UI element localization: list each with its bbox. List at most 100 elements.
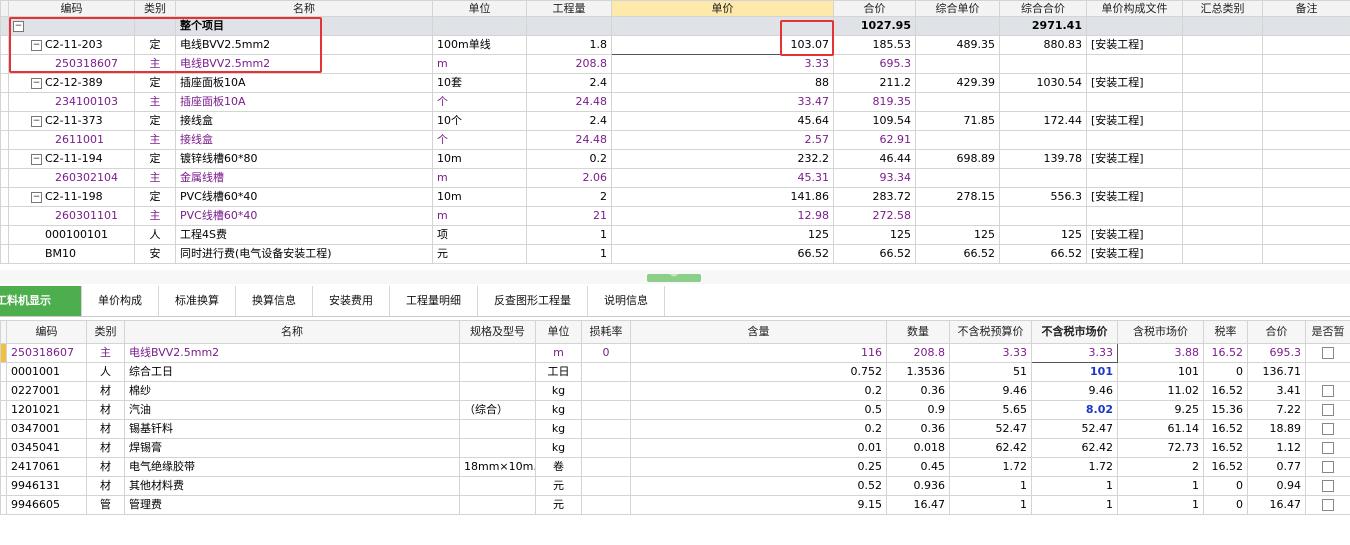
table-row[interactable]: 9946605 管管理费元 9.15 16.47 1 1 1 0 16.47 [0,495,1350,515]
tab-6[interactable]: 工程量明细 [390,286,478,316]
row-code[interactable]: − C2-11-198 [8,187,135,207]
table-row[interactable]: BM10 安同时进行费(电气设备安装工程) 元 1 66.52 66.52 66.52 66.… [0,244,1350,264]
row-code[interactable]: 000100101 [8,225,135,245]
tab-bar: 工料机显示 单价构成 标准换算 换算信息 安装费用 工程量明细 反查图形工程量 说明信息 [0,286,1350,317]
checkbox-icon[interactable] [1322,347,1334,359]
row-ctotal [999,54,1087,74]
row-market[interactable]: 1 [1031,476,1118,496]
table-row[interactable]: 2611001 主接线盒个 24.48 2.57 62.91 [0,130,1350,150]
row-market[interactable]: 1 [1031,495,1118,515]
table-row[interactable]: 1201021 材汽油 （综合） kg 0.5 0.9 5.65 8.02 9.25 15.36 7… [0,400,1350,420]
table-row[interactable]: − C2-11-373 定接线盒 10个 2.4 45.64 109.54 71.85 172.… [0,111,1350,131]
top-header-gutter [0,0,9,17]
row-price[interactable]: 45.64 [611,111,834,131]
checkbox-icon[interactable] [1322,499,1334,511]
tab-8[interactable]: 说明信息 [588,286,665,316]
table-row[interactable]: 0345041 材焊锡膏 kg 0.01 0.018 62.42 62.42 72.73 16.… [0,438,1350,458]
table-row[interactable]: 250318607 主电线BVV2.5mm2 m 0 116 208.8 3.33 3.33 3… [0,343,1350,363]
row-content: 0.2 [630,419,887,439]
row-price[interactable]: 2.57 [611,130,834,150]
row-price[interactable]: 141.86 [611,187,834,207]
collapse-icon[interactable]: − [31,39,42,51]
table-row[interactable]: 0001001 人综合工日 工日 0.752 1.3536 51 101 101 0 136.71 [0,362,1350,382]
row-spec [459,419,536,439]
row-code[interactable]: 260302104 [8,168,135,188]
row-market[interactable]: 9.46 [1031,381,1118,401]
row-code[interactable]: 2611001 [8,130,135,150]
row-code[interactable]: − C2-11-373 [8,111,135,131]
row-code-text: 260301101 [55,209,118,222]
tab-2[interactable]: 单价构成 [82,286,159,316]
row-code[interactable]: 260301101 [8,206,135,226]
table-row[interactable]: 234100103 主插座面板10A 个 24.48 33.47 819.35 [0,92,1350,112]
row-price[interactable]: 45.31 [611,168,834,188]
row-provisional [1305,343,1350,363]
row-file: [安装工程] [1086,187,1183,207]
row-code[interactable]: 234100103 [8,92,135,112]
table-row[interactable]: 260302104 主金属线槽 m 2.06 45.31 93.34 [0,168,1350,188]
row-code[interactable]: − C2-11-194 [8,149,135,169]
row-price[interactable]: 33.47 [611,92,834,112]
table-row[interactable]: 0347001 材锡基钎料 kg 0.2 0.36 52.47 52.47 61.14 16.5… [0,419,1350,439]
checkbox-icon[interactable] [1322,461,1334,473]
table-row[interactable]: 0227001 材棉纱 kg 0.2 0.36 9.46 9.46 11.02 16.52 3.4… [0,381,1350,401]
row-qty: 1.8 [526,35,612,55]
checkbox-icon[interactable] [1322,442,1334,454]
row-market[interactable]: 101 [1031,362,1118,382]
row-amount: 1.3536 [886,362,950,382]
row-price[interactable]: 232.2 [611,149,834,169]
table-row[interactable]: − C2-11-203 定电线BVV2.5mm2 100m单线 1.8 103.07 185… [0,35,1350,55]
row-market[interactable]: 3.33 [1031,343,1118,363]
table-row[interactable]: 000100101 人工程4S费项 1 125 125 125 125 [安装工程] [0,225,1350,245]
tab-4[interactable]: 换算信息 [236,286,313,316]
row-price[interactable]: 88 [611,73,834,93]
checkbox-icon[interactable] [1322,404,1334,416]
row-name: 锡基钎料 [124,419,460,439]
row-code[interactable]: 25031860​7 [8,54,135,74]
table-row[interactable]: − C2-12-389 定插座面板10A 10套 2.4 88 211.2 429.39 103… [0,73,1350,93]
row-type: 材 [86,438,125,458]
row-price[interactable]: 3.33 [611,54,834,74]
tab-5[interactable]: 安装费用 [313,286,390,316]
table-row[interactable]: − C2-11-194 定镀锌线槽60*80 10m 0.2 232.2 46.44 698.… [0,149,1350,169]
table-row[interactable]: − C2-11-198 定 PVC线槽60*40 10m 2 141.86 283.72 278… [0,187,1350,207]
row-market[interactable]: 62.42 [1031,438,1118,458]
row-rate: 15.36 [1203,400,1248,420]
collapse-icon[interactable]: − [13,20,24,32]
row-price[interactable]: 125 [611,225,834,245]
row-total: 819.35 [833,92,916,112]
tab-3[interactable]: 标准换算 [159,286,236,316]
splitter[interactable]: ︾ [0,270,1350,284]
table-row[interactable]: 25031860​7 主电线BVV2.5mm2 m 208.8 3.33 695.3 [0,54,1350,74]
row-market[interactable]: 1.72 [1031,457,1118,477]
bottom-header-1: 编码 [6,320,87,344]
checkbox-icon[interactable] [1322,423,1334,435]
collapse-icon[interactable]: − [31,153,42,165]
row-market[interactable]: 52.47 [1031,419,1118,439]
row-price[interactable]: 103.07 [611,35,834,55]
row-code[interactable]: − C2-12-389 [8,73,135,93]
row-type: 定 [134,73,176,93]
splitter-grip-icon[interactable]: ︾ [647,274,701,282]
table-row[interactable]: 2417061材电气绝缘胶带18mm×10m…卷0.250.451.721.72… [0,457,1350,477]
collapse-icon[interactable]: − [31,115,42,127]
tab-1[interactable]: 工料机显示 [0,286,82,316]
row-provisional [1305,457,1350,477]
tab-7[interactable]: 反查图形工程量 [478,286,588,316]
row-type: 材 [86,381,125,401]
collapse-icon[interactable]: − [31,191,42,203]
checkbox-icon[interactable] [1322,480,1334,492]
collapse-icon[interactable]: − [31,77,42,89]
checkbox-icon[interactable] [1322,385,1334,397]
row-code[interactable]: BM10 [8,244,135,264]
row-code[interactable]: − C2-11-203 [8,35,135,55]
summary-row[interactable]: − 整个项目 1027.95 2971.41 [0,16,1350,36]
table-row[interactable]: 9946131 材其他材料费元 0.52 0.936 1 1 1 0 0.94 [0,476,1350,496]
row-price[interactable]: 66.52 [611,244,834,264]
row-type: 主 [134,130,176,150]
row-market[interactable]: 8.02 [1031,400,1118,420]
table-row[interactable]: 260301101 主 PVC线槽60*40 m 21 12.98 272.58 [0,206,1350,226]
row-amount: 0.45 [886,457,950,477]
row-price[interactable]: 12.98 [611,206,834,226]
row-cunit: 71.85 [915,111,1000,131]
